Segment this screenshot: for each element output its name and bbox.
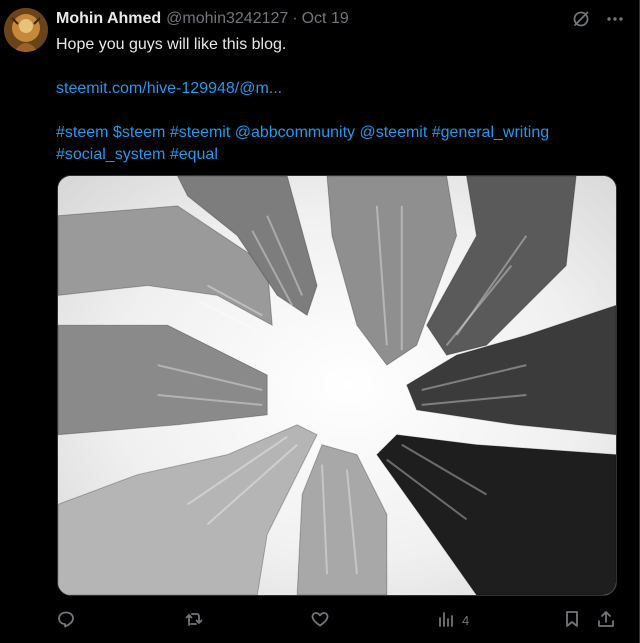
- action-bar: 4: [56, 608, 626, 632]
- views-icon: [436, 609, 456, 632]
- separator-dot: ·: [292, 10, 298, 27]
- share-button[interactable]: [596, 608, 616, 632]
- tweet-link[interactable]: steemit.com/hive-129948/@m...: [56, 78, 626, 100]
- author-name[interactable]: Mohin Ahmed: [56, 10, 161, 28]
- reply-button[interactable]: [56, 608, 76, 632]
- header-icons: [571, 8, 625, 30]
- like-button[interactable]: [310, 608, 330, 632]
- tweet-card[interactable]: Mohin Ahmed @mohin3242127 · Oct 19 Hope …: [0, 0, 640, 643]
- bookmark-icon: [562, 609, 582, 632]
- author-handle[interactable]: @mohin3242127: [166, 10, 288, 28]
- slashed-circle-icon[interactable]: [571, 9, 591, 29]
- hands-circle-photo: [58, 176, 616, 595]
- tweet-header: Mohin Ahmed @mohin3242127 · Oct 19: [56, 8, 639, 30]
- avatar[interactable]: [4, 8, 48, 52]
- tweet-text: Hope you guys will like this blog. steem…: [56, 34, 626, 166]
- views-count: 4: [462, 612, 470, 628]
- more-dots-icon[interactable]: [605, 9, 625, 29]
- heart-icon: [310, 609, 330, 632]
- share-icon: [596, 609, 616, 632]
- hashtags-line-2[interactable]: #social_system #equal: [56, 144, 626, 166]
- retweet-icon: [184, 609, 204, 632]
- tweet-date[interactable]: Oct 19: [302, 10, 349, 28]
- tweet-text-line: Hope you guys will like this blog.: [56, 36, 287, 53]
- hashtags-line-1[interactable]: #steem $steem #steemit @abbcommunity @st…: [56, 122, 626, 144]
- reply-icon: [56, 609, 76, 632]
- views-button[interactable]: 4: [436, 608, 469, 632]
- bookmark-button[interactable]: [562, 608, 582, 632]
- tweet-image[interactable]: [57, 175, 617, 596]
- retweet-button[interactable]: [184, 608, 204, 632]
